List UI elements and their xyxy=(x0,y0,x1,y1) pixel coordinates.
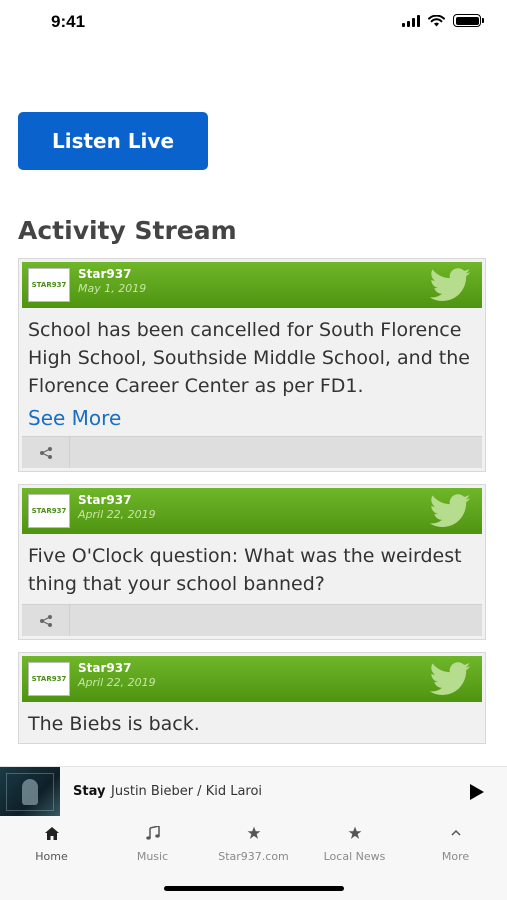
tab-label: Local News xyxy=(323,850,386,863)
now-playing-title: Stay xyxy=(73,784,106,799)
home-icon xyxy=(44,826,59,840)
share-icon xyxy=(39,446,52,459)
card-author: Star937 xyxy=(78,493,132,507)
now-playing-bar[interactable]: Stay Justin Bieber / Kid Laroi xyxy=(0,766,507,817)
twitter-icon[interactable] xyxy=(428,494,472,528)
station-logo: STAR937 xyxy=(28,494,70,528)
listen-live-button[interactable]: Listen Live xyxy=(18,112,208,170)
see-more-link[interactable]: See More xyxy=(22,402,482,436)
tab-home[interactable]: Home xyxy=(1,824,102,863)
now-playing-artist: Justin Bieber / Kid Laroi xyxy=(111,784,263,799)
card-footer xyxy=(22,436,482,468)
cellular-signal-icon xyxy=(402,14,420,27)
music-note-icon xyxy=(145,826,160,840)
wifi-icon xyxy=(428,14,445,26)
share-button[interactable] xyxy=(22,437,70,468)
tab-label: Star937.com xyxy=(218,850,289,863)
card-date: May 1, 2019 xyxy=(78,282,147,295)
status-icons xyxy=(402,14,484,27)
status-time: 9:41 xyxy=(51,12,86,31)
card-date: April 22, 2019 xyxy=(78,508,156,521)
tab-more[interactable]: More xyxy=(405,824,506,863)
card-author: Star937 xyxy=(78,661,132,675)
activity-stream[interactable]: STAR937 Star937 May 1, 2019 School has b… xyxy=(18,258,486,766)
activity-card[interactable]: STAR937 Star937 April 22, 2019 The Biebs… xyxy=(18,652,486,744)
activity-stream-title: Activity Stream xyxy=(18,216,237,245)
station-logo: STAR937 xyxy=(28,268,70,302)
card-footer xyxy=(22,604,482,636)
battery-icon xyxy=(453,14,484,27)
card-text: Five O'Clock question: What was the weir… xyxy=(28,545,462,595)
star-icon xyxy=(247,826,260,839)
tab-label: Music xyxy=(136,850,169,863)
activity-card[interactable]: STAR937 Star937 May 1, 2019 School has b… xyxy=(18,258,486,472)
card-text: School has been cancelled for South Flor… xyxy=(28,319,470,397)
card-text: The Biebs is back. xyxy=(28,713,200,735)
tab-label: Home xyxy=(35,850,68,863)
card-header: STAR937 Star937 May 1, 2019 xyxy=(22,262,482,308)
home-indicator xyxy=(164,886,344,891)
status-bar: 9:41 xyxy=(0,0,507,46)
station-logo: STAR937 xyxy=(28,662,70,696)
star-icon xyxy=(348,826,361,839)
chevron-up-icon xyxy=(450,829,461,836)
album-art xyxy=(0,767,60,817)
card-header: STAR937 Star937 April 22, 2019 xyxy=(22,656,482,702)
play-icon[interactable] xyxy=(469,783,485,801)
tab-label: More xyxy=(441,850,470,863)
tab-music[interactable]: Music xyxy=(102,824,203,863)
tab-local-news[interactable]: Local News xyxy=(304,824,405,863)
share-button[interactable] xyxy=(22,605,70,636)
card-author: Star937 xyxy=(78,267,132,281)
card-header: STAR937 Star937 April 22, 2019 xyxy=(22,488,482,534)
card-date: April 22, 2019 xyxy=(78,676,156,689)
activity-card[interactable]: STAR937 Star937 April 22, 2019 Five O'Cl… xyxy=(18,484,486,640)
share-icon xyxy=(39,614,52,627)
twitter-icon[interactable] xyxy=(428,662,472,696)
twitter-icon[interactable] xyxy=(428,268,472,302)
tab-star937[interactable]: Star937.com xyxy=(203,824,304,863)
